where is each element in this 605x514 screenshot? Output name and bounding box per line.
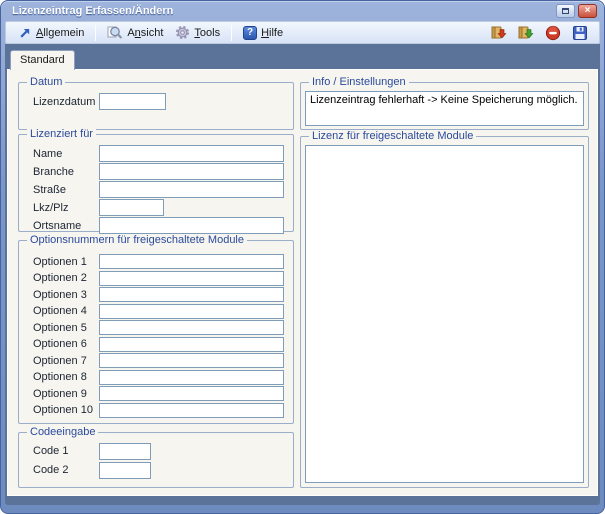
name-input[interactable] [99,145,284,162]
group-datum: Datum Lizenzdatum [18,82,294,130]
optionen-9-label: Optionen 9 [33,388,99,400]
optionen-3-label: Optionen 3 [33,289,99,301]
field-row: Code 1 [33,443,293,459]
field-row: Ortsname [33,217,293,234]
field-row: Straße [33,181,293,198]
lizenzdatum-label: Lizenzdatum [33,96,99,108]
field-row: Optionen 10 [33,403,293,418]
module-license-area[interactable] [305,145,584,483]
field-row: Optionen 5 [33,320,293,335]
field-row: Optionen 3 [33,287,293,302]
code-1-input[interactable] [99,443,151,460]
optionen-8-input[interactable] [99,370,284,385]
toolbar-right-icons [490,24,593,41]
optionen-4-label: Optionen 4 [33,305,99,317]
optionen-5-label: Optionen 5 [33,322,99,334]
close-button[interactable]: × [578,4,597,18]
optionen-5-input[interactable] [99,320,284,335]
group-lizenziert-fuer: Lizenziert für Name Branche Straße [18,134,294,232]
lkz-plz-label: Lkz/Plz [33,202,99,214]
optionen-3-input[interactable] [99,287,284,302]
optionen-1-label: Optionen 1 [33,256,99,268]
code-1-label: Code 1 [33,445,99,457]
code-2-label: Code 2 [33,464,99,476]
strasse-input[interactable] [99,181,284,198]
optionen-1-input[interactable] [99,254,284,269]
dialog-window: Lizenzeintrag Erfassen/Ändern × Allgemei… [0,0,605,514]
optionen-2-input[interactable] [99,271,284,286]
arrow-up-right-icon [18,26,32,40]
optionen-6-input[interactable] [99,337,284,352]
save-icon[interactable] [571,24,588,41]
field-row: Optionen 2 [33,271,293,286]
menu-bar: Allgemein Ansicht Tools ? Hilfe [5,21,600,44]
branche-label: Branche [33,166,99,178]
optionen-7-input[interactable] [99,353,284,368]
optionen-8-label: Optionen 8 [33,371,99,383]
group-codeeingabe: Codeeingabe Code 1 Code 2 [18,432,294,488]
optionen-10-label: Optionen 10 [33,404,99,416]
group-optionsnummern: Optionsnummern für freigeschaltete Modul… [18,240,294,424]
menu-ansicht[interactable]: Ansicht [101,23,169,42]
strasse-label: Straße [33,184,99,196]
cancel-icon[interactable] [544,24,561,41]
info-message-text: Lizenzeintrag fehlerhaft -> Keine Speich… [310,94,578,106]
menu-tools[interactable]: Tools [169,23,226,42]
group-optionsnummern-legend: Optionsnummern für freigeschaltete Modul… [27,234,247,247]
menu-hilfe-label: Hilfe [261,27,283,39]
tab-strip: Standard Datum Lizenzdatum Lizenziert fü… [5,44,600,505]
window-title: Lizenzeintrag Erfassen/Ändern [12,5,553,17]
field-row: Optionen 1 [33,254,293,269]
menu-tools-label: Tools [194,27,220,39]
field-row: Lkz/Plz [33,199,293,216]
field-row: Optionen 4 [33,304,293,319]
menu-hilfe[interactable]: ? Hilfe [237,24,289,42]
field-row: Optionen 8 [33,370,293,385]
ortsname-input[interactable] [99,217,284,234]
info-message-box: Lizenzeintrag fehlerhaft -> Keine Speich… [305,91,584,126]
help-icon: ? [243,26,257,40]
title-bar[interactable]: Lizenzeintrag Erfassen/Ändern × [5,1,600,21]
ortsname-label: Ortsname [33,220,99,232]
maximize-button[interactable] [556,4,575,18]
magnifier-icon [107,25,123,40]
toolbar-separator [231,25,232,41]
book-green-arrow-icon[interactable] [517,24,534,41]
code-2-input[interactable] [99,462,151,479]
field-row: Code 2 [33,462,293,478]
standard-tab-page: Datum Lizenzdatum Lizenziert für Name [7,69,598,496]
maximize-icon [562,8,569,14]
toolbar-separator [95,25,96,41]
optionen-7-label: Optionen 7 [33,355,99,367]
tab-standard[interactable]: Standard [10,50,75,70]
lkz-plz-input[interactable] [99,199,164,216]
field-row: Name [33,145,293,162]
group-info-einstellungen: Info / Einstellungen Lizenzeintrag fehle… [300,82,589,130]
optionen-9-input[interactable] [99,386,284,401]
field-row: Branche [33,163,293,180]
menu-allgemein-label: Allgemein [36,27,84,39]
field-row: Optionen 7 [33,353,293,368]
field-row: Lizenzdatum [33,93,293,110]
group-lizenziert-legend: Lizenziert für [27,128,96,141]
group-datum-legend: Datum [27,76,65,89]
branche-input[interactable] [99,163,284,180]
gear-icon [175,25,190,40]
optionen-10-input[interactable] [99,403,284,418]
field-row: Optionen 6 [33,337,293,352]
field-row: Optionen 9 [33,386,293,401]
optionen-4-input[interactable] [99,304,284,319]
group-codeeingabe-legend: Codeeingabe [27,426,98,439]
book-red-arrow-icon[interactable] [490,24,507,41]
optionen-2-label: Optionen 2 [33,272,99,284]
optionen-6-label: Optionen 6 [33,338,99,350]
menu-allgemein[interactable]: Allgemein [12,24,90,42]
lizenzdatum-input[interactable] [99,93,166,110]
name-label: Name [33,148,99,160]
group-lizenz-legend: Lizenz für freigeschaltete Module [309,130,476,143]
menu-ansicht-label: Ansicht [127,27,163,39]
group-info-legend: Info / Einstellungen [309,76,409,89]
group-lizenz-module: Lizenz für freigeschaltete Module [300,136,589,488]
